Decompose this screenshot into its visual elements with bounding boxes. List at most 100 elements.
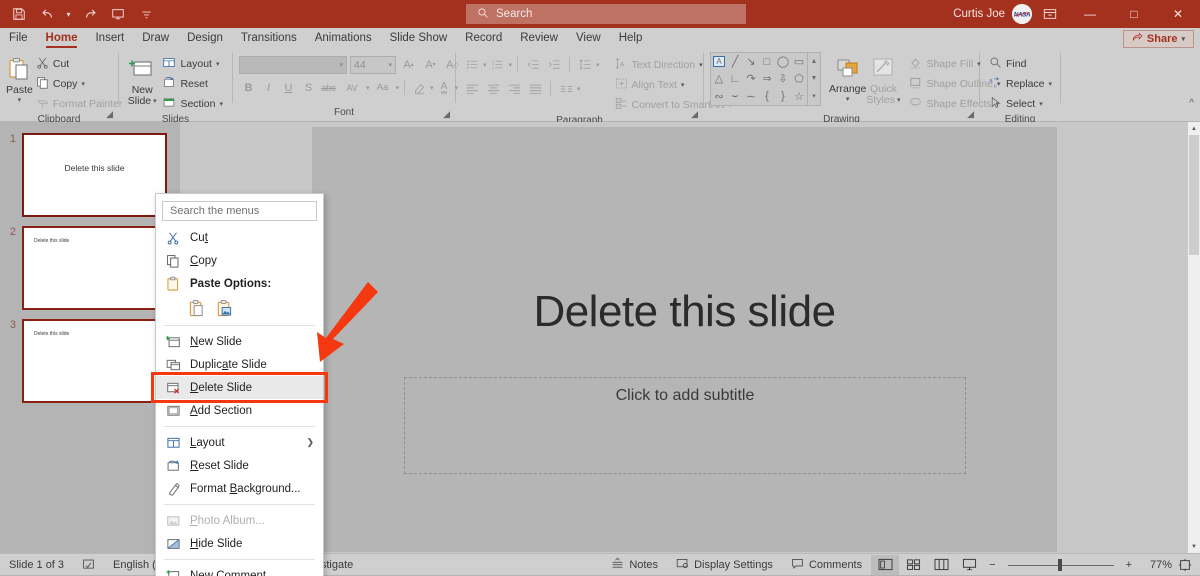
shape-right-brace-icon[interactable]: }: [781, 90, 785, 102]
line-spacing-dropdown-icon[interactable]: ▾: [596, 61, 600, 69]
layout-button[interactable]: Layout ▾: [159, 54, 226, 74]
share-button[interactable]: Share ▾: [1123, 30, 1194, 48]
context-menu-item-delete-slide[interactable]: Delete Slide: [156, 376, 323, 399]
tab-view[interactable]: View: [567, 28, 610, 49]
text-direction-dropdown-icon[interactable]: ▾: [699, 61, 703, 69]
text-highlight-dropdown-icon[interactable]: ▾: [430, 84, 434, 92]
section-button[interactable]: Section ▾: [159, 94, 226, 114]
shape-star-icon[interactable]: ☆: [794, 90, 804, 103]
undo-icon[interactable]: [34, 3, 60, 25]
paste-use-destination-theme-icon[interactable]: [187, 299, 206, 318]
bullets-button[interactable]: [462, 55, 482, 74]
reset-button[interactable]: Reset: [159, 74, 226, 94]
tab-draw[interactable]: Draw: [133, 28, 178, 49]
slide-editing-workspace[interactable]: Delete this slide Click to add subtitle: [180, 122, 1188, 553]
font-color-button[interactable]: A: [435, 78, 454, 97]
context-menu-item-reset-slide[interactable]: Reset Slide: [156, 454, 323, 477]
paste-button[interactable]: Paste ▾: [6, 53, 33, 104]
context-menu-item-cut[interactable]: Cut: [156, 226, 323, 249]
tab-transitions[interactable]: Transitions: [232, 28, 306, 49]
tab-home[interactable]: Home: [37, 28, 87, 49]
shape-textbox-icon[interactable]: A: [713, 56, 724, 67]
tab-review[interactable]: Review: [511, 28, 567, 49]
shape-right-arrow-icon[interactable]: ⇒: [762, 72, 771, 85]
shape-down-arrow-icon[interactable]: ⇩: [778, 72, 787, 85]
new-slide-dropdown-icon[interactable]: ▾: [153, 96, 157, 107]
share-dropdown-icon[interactable]: ▾: [1181, 35, 1185, 43]
shape-elbow-connector-icon[interactable]: ∟: [730, 73, 741, 85]
arrange-dropdown-icon[interactable]: ▾: [846, 95, 850, 103]
align-right-button[interactable]: [504, 79, 524, 98]
vertical-scrollbar[interactable]: ▲ ▼: [1188, 122, 1200, 553]
new-slide-button[interactable]: New Slide ▾: [125, 53, 159, 107]
decrease-indent-button[interactable]: [523, 55, 543, 74]
scroll-down-icon[interactable]: ▼: [1188, 540, 1200, 553]
increase-indent-button[interactable]: [544, 55, 564, 74]
columns-button[interactable]: [556, 79, 576, 98]
align-left-button[interactable]: [462, 79, 482, 98]
start-presentation-icon[interactable]: [105, 3, 131, 25]
replace-dropdown-icon[interactable]: ▾: [1049, 80, 1053, 88]
quick-styles-dropdown-icon[interactable]: ▾: [897, 95, 901, 106]
shape-pentagon-icon[interactable]: ⬠: [794, 72, 804, 85]
fit-to-window-button[interactable]: [1172, 554, 1200, 576]
context-menu-item-copy[interactable]: Copy: [156, 249, 323, 272]
context-menu-item-new-comment[interactable]: New Comment: [156, 564, 323, 576]
decrease-font-size-icon[interactable]: A▾: [421, 55, 440, 74]
justify-button[interactable]: [525, 79, 545, 98]
copy-dropdown-icon[interactable]: ▾: [81, 80, 85, 88]
save-icon[interactable]: [6, 3, 32, 25]
zoom-slider-handle[interactable]: [1058, 559, 1062, 571]
tab-record[interactable]: Record: [456, 28, 511, 49]
shape-left-brace-icon[interactable]: {: [765, 90, 769, 102]
undo-dropdown-icon[interactable]: ▾: [62, 3, 75, 25]
shapes-gallery[interactable]: A ╱ ↘ □ ◯ ▭ △ ∟ ↷ ⇒ ⇩ ⬠ ∾ ⌣ ∼: [710, 52, 808, 106]
italic-button[interactable]: I: [259, 78, 278, 97]
replace-button[interactable]: ac Replace ▾: [986, 74, 1055, 94]
section-dropdown-icon[interactable]: ▾: [219, 100, 223, 108]
font-face-input[interactable]: ▾: [239, 56, 347, 74]
slide-thumbnail-2[interactable]: 2 Delete this slide: [0, 226, 167, 310]
slide-subtitle-placeholder[interactable]: Click to add subtitle: [404, 377, 966, 474]
change-case-button[interactable]: Aa: [371, 78, 395, 97]
shapes-scroll-down-icon[interactable]: ▼: [811, 75, 818, 82]
minimize-button[interactable]: —: [1068, 0, 1112, 28]
copy-button[interactable]: Copy ▾: [33, 74, 125, 94]
slide-thumbnail-1[interactable]: 1 Delete this slide: [0, 133, 167, 217]
shape-line-icon[interactable]: ╱: [732, 55, 739, 68]
select-button[interactable]: Select ▾: [986, 94, 1055, 114]
context-menu-item-duplicate-slide[interactable]: Duplicate Slide: [156, 353, 323, 376]
display-settings-button[interactable]: Display Settings: [667, 554, 782, 576]
find-button[interactable]: Find: [986, 54, 1055, 74]
shapes-scroll-up-icon[interactable]: ▲: [811, 58, 818, 65]
slide-indicator[interactable]: Slide 1 of 3: [0, 554, 73, 576]
tab-animations[interactable]: Animations: [306, 28, 381, 49]
shapes-more-icon[interactable]: ▾: [812, 92, 816, 100]
slide-sorter-view-button[interactable]: [899, 555, 927, 575]
scrollbar-thumb[interactable]: [1189, 135, 1199, 255]
spell-check-icon[interactable]: [73, 554, 104, 576]
shape-zigzag-icon[interactable]: ↷: [746, 72, 755, 85]
tab-file[interactable]: File: [0, 28, 37, 49]
select-dropdown-icon[interactable]: ▾: [1039, 100, 1043, 108]
account-name[interactable]: Curtis Joe: [953, 8, 1005, 20]
align-text-dropdown-icon[interactable]: ▾: [681, 81, 685, 89]
customize-quick-access-toolbar-icon[interactable]: [133, 3, 159, 25]
context-menu-item-new-slide[interactable]: New Slide: [156, 330, 323, 353]
layout-dropdown-icon[interactable]: ▾: [216, 60, 220, 68]
slide-title-placeholder[interactable]: Delete this slide: [352, 287, 1017, 337]
quick-styles-button[interactable]: Quick Styles ▾: [866, 52, 900, 106]
close-button[interactable]: ✕: [1156, 0, 1200, 28]
cut-button[interactable]: Cut: [33, 54, 125, 74]
underline-button[interactable]: U: [279, 78, 298, 97]
slide-thumb-surface-3[interactable]: Delete this slide: [22, 319, 167, 403]
shape-freeform-icon[interactable]: ∼: [746, 90, 755, 103]
tab-slide-show[interactable]: Slide Show: [381, 28, 457, 49]
tab-insert[interactable]: Insert: [86, 28, 133, 49]
avatar[interactable]: NASA: [1012, 4, 1032, 24]
increase-font-size-icon[interactable]: A▴: [399, 55, 418, 74]
comments-button[interactable]: Comments: [782, 554, 871, 576]
context-menu-item-format-background[interactable]: Format Background...: [156, 477, 323, 500]
slide-context-menu[interactable]: Search the menus Cut Copy Paste Options:: [155, 193, 324, 576]
notes-button[interactable]: Notes: [602, 554, 667, 576]
